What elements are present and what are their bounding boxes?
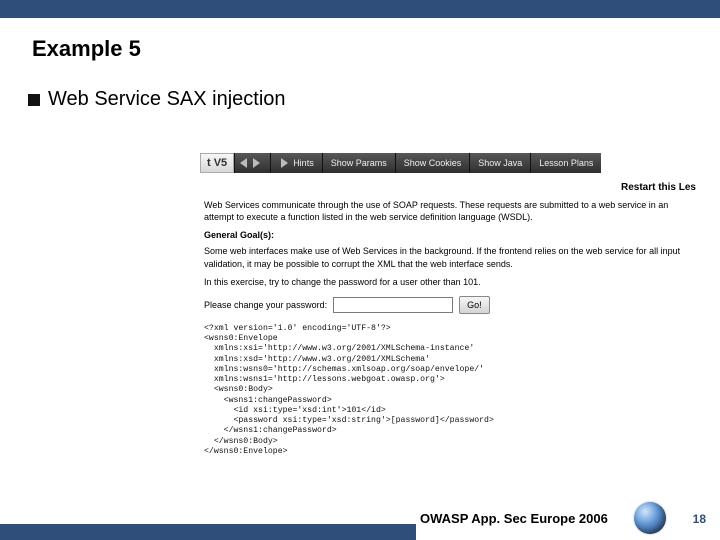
navbar-lesson-plans[interactable]: Lesson Plans [530, 153, 601, 173]
webgoat-navbar: t V5 Hints Show Params Show Cookies Show… [200, 152, 700, 174]
navbar-hints[interactable]: Hints [270, 153, 322, 173]
slide-title: Example 5 [32, 36, 720, 62]
lesson-intro: Web Services communicate through the use… [204, 199, 696, 223]
top-bar [0, 0, 720, 18]
globe-icon [634, 502, 666, 534]
password-input[interactable] [333, 297, 453, 313]
password-label: Please change your password: [204, 299, 327, 311]
lesson-body: Web Services communicate through the use… [200, 199, 700, 457]
navbar-version-label: t V5 [200, 153, 234, 173]
navbar-show-params[interactable]: Show Params [322, 153, 395, 173]
footer-bar [0, 524, 416, 540]
restart-lesson-link[interactable]: Restart this Les [200, 182, 696, 193]
navbar-hints-label: Hints [293, 158, 314, 168]
navbar-show-java[interactable]: Show Java [469, 153, 530, 173]
goals-text-2: In this exercise, try to change the pass… [204, 276, 696, 288]
general-goals-heading: General Goal(s): [204, 229, 696, 241]
bullet-row: Web Service SAX injection [28, 88, 720, 111]
arrow-left-icon [240, 158, 247, 168]
soap-xml-block: <?xml version='1.0' encoding='UTF-8'?> <… [204, 324, 696, 457]
footer-text: OWASP App. Sec Europe 2006 [420, 511, 608, 526]
navbar-show-cookies[interactable]: Show Cookies [395, 153, 470, 173]
arrow-right-icon [281, 158, 288, 168]
page-number: 18 [693, 512, 706, 526]
password-form: Please change your password: Go! [204, 296, 696, 314]
go-button[interactable]: Go! [459, 296, 490, 314]
arrow-right-icon [253, 158, 260, 168]
goals-text-1: Some web interfaces make use of Web Serv… [204, 245, 696, 269]
footer: OWASP App. Sec Europe 2006 18 [0, 492, 720, 540]
embedded-screenshot: t V5 Hints Show Params Show Cookies Show… [200, 152, 700, 462]
navbar-prev-next[interactable] [234, 153, 270, 173]
bullet-square-icon [28, 94, 40, 106]
bullet-text: Web Service SAX injection [48, 88, 286, 111]
